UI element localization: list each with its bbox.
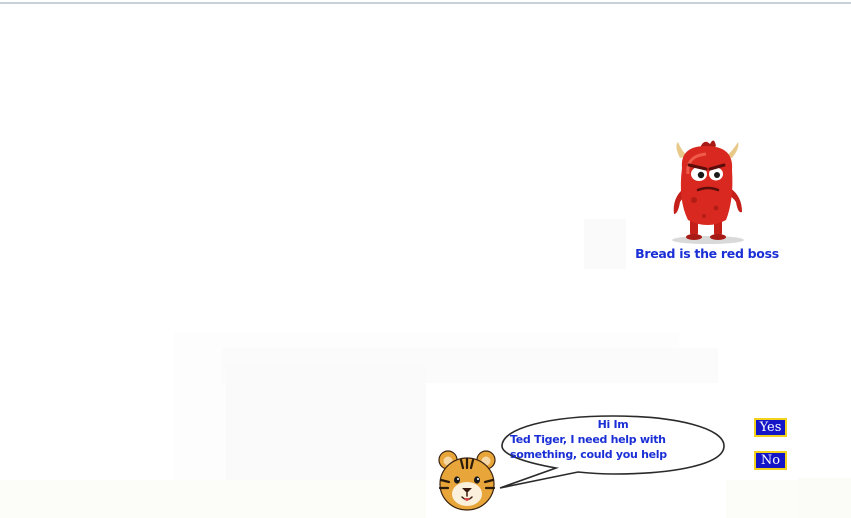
yes-button[interactable]: Yes	[754, 418, 787, 437]
red-monster-boss-icon	[672, 140, 744, 244]
background-panel	[798, 478, 851, 518]
no-button[interactable]: No	[754, 451, 787, 470]
dialog-text: Hi Im Ted Tiger, I need help with someth…	[510, 417, 708, 462]
dialog-line: Ted Tiger, I need help with	[510, 433, 666, 446]
tiger-face-icon	[438, 450, 496, 511]
dialog-title: Hi Im	[597, 418, 629, 431]
game-stage: Bread is the red boss Hi Im Ted Tiger, I…	[0, 0, 851, 518]
boss-caption: Bread is the red boss	[635, 246, 779, 261]
dialog-line: something, could you help	[510, 448, 667, 461]
top-divider	[0, 2, 851, 4]
background-panel	[584, 219, 626, 269]
